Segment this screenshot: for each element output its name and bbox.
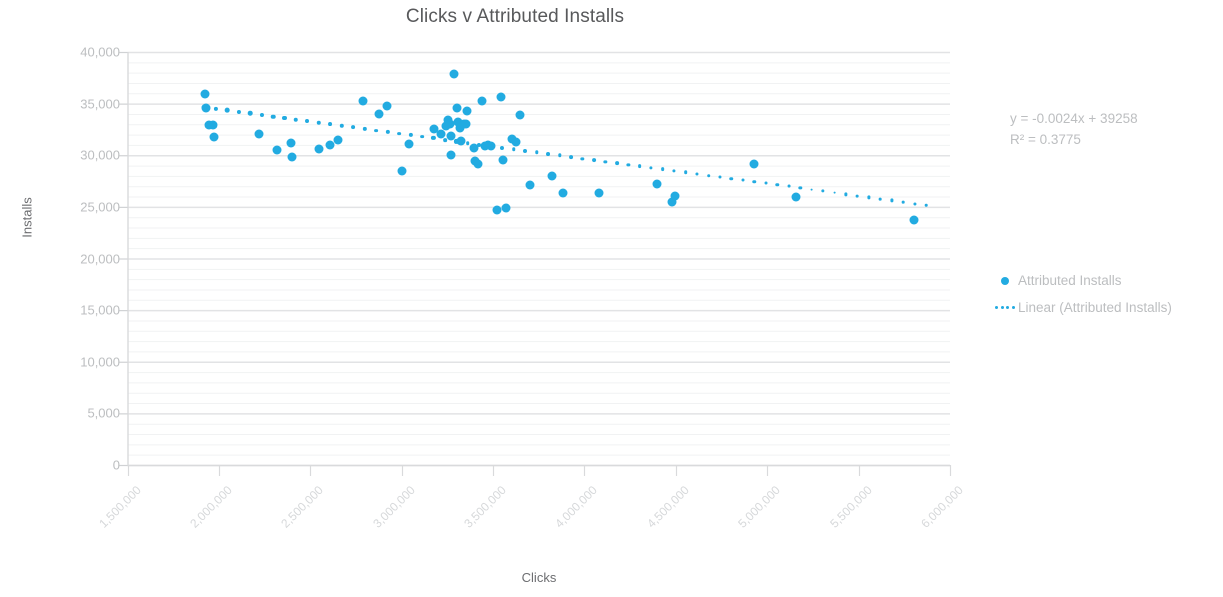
trendline-dot	[374, 128, 379, 133]
scatter-point[interactable]	[208, 120, 218, 130]
chart-legend: Attributed Installs Linear (Attributed I…	[992, 267, 1172, 321]
trendline-dot	[511, 147, 516, 151]
scatter-point[interactable]	[462, 106, 472, 116]
y-axis-tick-label: 5,000	[87, 405, 120, 421]
trendline-dot	[201, 104, 207, 110]
scatter-point[interactable]	[404, 139, 414, 149]
scatter-point[interactable]	[461, 119, 471, 129]
trendline-dot	[683, 170, 688, 175]
y-axis-tick-label: 10,000	[80, 354, 120, 370]
trendline-dot	[729, 176, 734, 181]
trendline-dot	[706, 173, 711, 178]
scatter-point[interactable]	[511, 137, 521, 147]
scatter-chart: Clicks v Attributed Installs Installs Cl…	[0, 0, 1223, 597]
scatter-point[interactable]	[446, 150, 456, 160]
scatter-point[interactable]	[358, 96, 368, 106]
scatter-point[interactable]	[382, 101, 392, 111]
trendline-dot	[466, 141, 470, 145]
trendline-dot	[247, 111, 253, 116]
scatter-point[interactable]	[254, 129, 264, 139]
scatter-point[interactable]	[749, 159, 759, 168]
trendline-dot	[833, 191, 836, 195]
trendline-dot	[569, 155, 573, 159]
scatter-dot-icon	[992, 276, 1018, 285]
y-axis-tick-label: 40,000	[80, 44, 120, 60]
trendline-dot	[901, 200, 905, 204]
scatter-point[interactable]	[492, 205, 502, 215]
scatter-point[interactable]	[287, 152, 297, 162]
trendline-r-squared: R² = 0.3775	[1010, 132, 1081, 147]
trendline-dot	[397, 131, 401, 136]
trendline-dot	[591, 158, 596, 162]
legend-item-attributed-installs[interactable]: Attributed Installs	[992, 267, 1172, 294]
trendline-dot	[856, 194, 859, 198]
trendline-dot	[224, 108, 230, 113]
scatter-point[interactable]	[525, 180, 535, 190]
dotted-line-icon	[992, 305, 1018, 310]
scatter-point[interactable]	[446, 131, 456, 141]
scatter-point[interactable]	[209, 132, 219, 142]
y-axis-tick-label: 30,000	[80, 147, 120, 163]
trendline-dot	[305, 119, 310, 124]
y-axis-tick-label: 15,000	[80, 302, 120, 318]
y-axis-tick-label: 25,000	[80, 199, 120, 215]
scatter-point[interactable]	[473, 159, 483, 168]
trendline-dot	[810, 188, 814, 191]
trendline-dot	[351, 125, 356, 130]
scatter-point[interactable]	[791, 192, 801, 202]
y-axis-tick-label: 35,000	[80, 96, 120, 112]
scatter-point[interactable]	[333, 135, 343, 145]
trendline-dot	[660, 167, 665, 172]
scatter-point[interactable]	[272, 145, 282, 155]
scatter-point[interactable]	[670, 191, 680, 201]
scatter-point[interactable]	[496, 92, 506, 102]
legend-label-1: Linear (Attributed Installs)	[1018, 300, 1172, 315]
trendline-dot	[787, 185, 791, 188]
legend-item-linear-trendline[interactable]: Linear (Attributed Installs)	[992, 294, 1172, 321]
trendline-dot	[282, 116, 287, 121]
scatter-point[interactable]	[445, 119, 455, 129]
legend-label-0: Attributed Installs	[1018, 273, 1122, 288]
trendline-dot	[328, 122, 333, 127]
trendline-dot	[879, 197, 882, 201]
scatter-point[interactable]	[594, 188, 604, 198]
scatter-point[interactable]	[314, 144, 323, 154]
scatter-point[interactable]	[515, 110, 525, 120]
trendline-dot	[637, 164, 642, 169]
scatter-point[interactable]	[558, 188, 568, 198]
scatter-point[interactable]	[477, 96, 487, 106]
scatter-point[interactable]	[547, 171, 557, 181]
scatter-point[interactable]	[652, 179, 662, 189]
trendline-dot	[924, 203, 928, 207]
scatter-point[interactable]	[200, 89, 210, 99]
scatter-point[interactable]	[449, 69, 459, 79]
scatter-point[interactable]	[452, 103, 461, 113]
scatter-point[interactable]	[501, 203, 511, 213]
trendline-dot	[614, 161, 619, 166]
trendline-equation-box: y = -0.0024x + 39258 R² = 0.3775	[1010, 108, 1138, 150]
scatter-point[interactable]	[397, 166, 407, 176]
trendline-dot	[443, 138, 447, 142]
trendline-dot	[546, 151, 551, 156]
trendline-dot	[420, 134, 424, 139]
y-axis-tick-label: 0	[112, 457, 120, 473]
scatter-point[interactable]	[286, 138, 296, 148]
trendline-dot	[270, 114, 276, 119]
y-axis-tick-label: 20,000	[80, 251, 120, 266]
trendline-dot	[488, 144, 493, 148]
trendline-dot	[523, 148, 528, 153]
y-axis-tick-labels: 0 5,000 10,000 15,000 20,000 25,000 30,000 35,0…	[10, 0, 120, 597]
trendline-equation: y = -0.0024x + 39258	[1010, 111, 1138, 126]
trendline-dot	[764, 181, 768, 185]
scatter-point[interactable]	[374, 109, 384, 119]
trendline-dot	[741, 178, 745, 182]
scatter-point[interactable]	[909, 215, 919, 225]
scatter-point[interactable]	[498, 155, 508, 165]
